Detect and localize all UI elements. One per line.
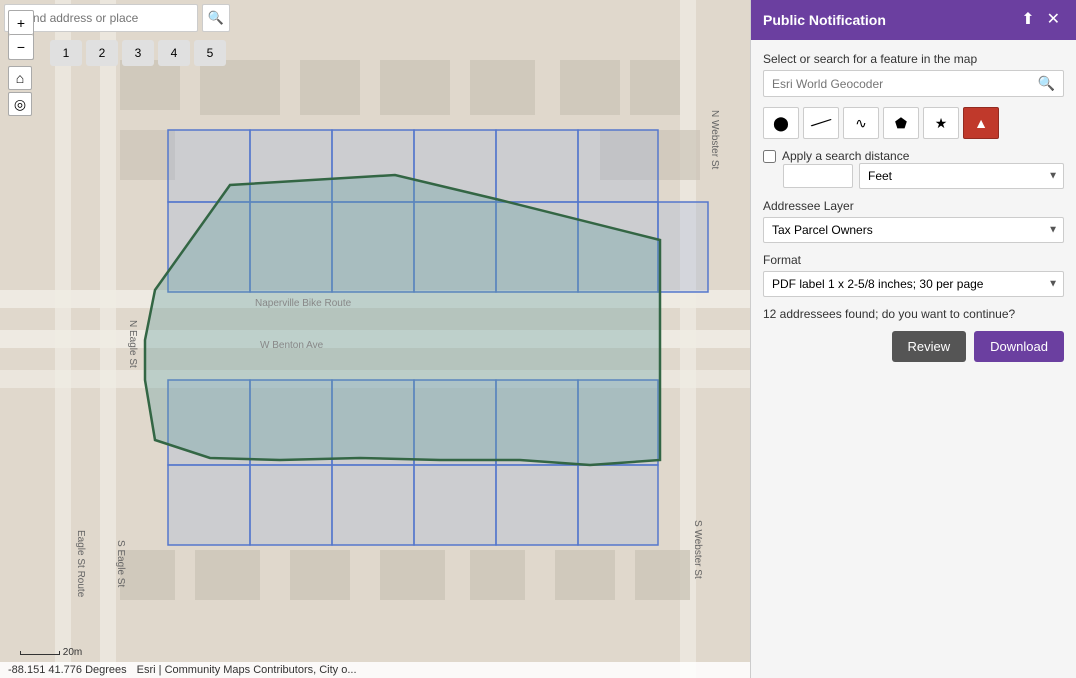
addressee-layer-label: Addressee Layer — [763, 199, 1064, 213]
line-draw-tool[interactable]: ╱ — [803, 107, 839, 139]
map-tabs: 1 2 3 4 5 — [50, 40, 226, 66]
svg-text:W Benton Ave: W Benton Ave — [260, 340, 324, 351]
svg-text:N Eagle St: N Eagle St — [127, 320, 138, 368]
star-draw-tool[interactable]: ★ — [923, 107, 959, 139]
svg-text:N Webster St: N Webster St — [709, 110, 720, 169]
tab-2[interactable]: 2 — [86, 40, 118, 66]
panel-body: Select or search for a feature in the ma… — [751, 40, 1076, 678]
review-button[interactable]: Review — [892, 331, 967, 362]
search-distance-section: Apply a search distance 300 Feet Miles M… — [763, 149, 1064, 189]
addressee-layer-wrapper: Tax Parcel Owners — [763, 217, 1064, 243]
panel-collapse-button[interactable]: ⬆ — [1017, 10, 1038, 30]
search-section-label: Select or search for a feature in the ma… — [763, 52, 1064, 66]
zoom-out-button[interactable]: − — [9, 35, 33, 59]
svg-text:S Webster St: S Webster St — [692, 520, 703, 579]
search-distance-label: Apply a search distance — [782, 149, 909, 163]
geocoder-input[interactable] — [764, 72, 1030, 96]
polyline-icon: ∿ — [855, 115, 867, 132]
search-distance-checkbox-row: Apply a search distance — [763, 149, 1064, 163]
tab-1[interactable]: 1 — [50, 40, 82, 66]
star-icon: ★ — [935, 115, 948, 132]
zoom-in-button[interactable]: + — [9, 11, 33, 35]
location-button[interactable]: ◎ — [8, 92, 32, 116]
svg-text:Naperville Bike Route: Naperville Bike Route — [255, 298, 352, 309]
polyline-draw-tool[interactable]: ∿ — [843, 107, 879, 139]
panel-close-button[interactable]: ✕ — [1043, 10, 1064, 30]
polygon-icon: ⬟ — [895, 115, 907, 132]
polygon-draw-tool[interactable]: ⬟ — [883, 107, 919, 139]
format-label: Format — [763, 253, 1064, 267]
tab-3[interactable]: 3 — [122, 40, 154, 66]
svg-text:Eagle St Route: Eagle St Route — [75, 530, 86, 598]
distance-unit-wrapper: Feet Miles Meters Kilometers — [859, 163, 1064, 189]
line-icon: ╱ — [811, 113, 832, 134]
triangle-icon: ▲ — [974, 115, 988, 131]
search-section: Select or search for a feature in the ma… — [763, 52, 1064, 97]
format-wrapper: PDF label 1 x 2-5/8 inches; 30 per page — [763, 271, 1064, 297]
download-button[interactable]: Download — [974, 331, 1064, 362]
distance-value-input[interactable]: 300 — [783, 164, 853, 188]
svg-text:S Eagle St: S Eagle St — [115, 540, 126, 587]
point-icon: ⬤ — [773, 115, 789, 132]
scale-indicator: 20m — [20, 647, 82, 658]
panel-header: Public Notification ⬆ ✕ — [751, 0, 1076, 40]
search-button[interactable]: 🔍 — [202, 4, 230, 32]
map-container[interactable]: N Webster St S Webster St N Eagle St Eag… — [0, 0, 750, 678]
scale-bar — [20, 651, 60, 655]
search-input[interactable] — [23, 11, 193, 25]
point-draw-tool[interactable]: ⬤ — [763, 107, 799, 139]
public-notification-panel: Public Notification ⬆ ✕ Select or search… — [750, 0, 1076, 678]
addressee-layer-section: Addressee Layer Tax Parcel Owners — [763, 199, 1064, 243]
attribution-text: Esri | Community Maps Contributors, City… — [137, 664, 357, 676]
panel-header-buttons: ⬆ ✕ — [1017, 10, 1064, 30]
format-select[interactable]: PDF label 1 x 2-5/8 inches; 30 per page — [763, 271, 1064, 297]
format-section: Format PDF label 1 x 2-5/8 inches; 30 pe… — [763, 253, 1064, 297]
geocoder-row: 🔍 — [763, 70, 1064, 97]
search-distance-checkbox[interactable] — [763, 150, 776, 163]
distance-unit-select[interactable]: Feet Miles Meters Kilometers — [859, 163, 1064, 189]
tab-5[interactable]: 5 — [194, 40, 226, 66]
draw-tools-row: ⬤ ╱ ∿ ⬟ ★ ▲ — [763, 107, 1064, 139]
tab-4[interactable]: 4 — [158, 40, 190, 66]
triangle-draw-tool[interactable]: ▲ — [963, 107, 999, 139]
notification-message: 12 addressees found; do you want to cont… — [763, 307, 1064, 321]
map-toolbar: ▼ 🔍 — [0, 0, 234, 36]
home-button[interactable]: ⌂ — [8, 66, 32, 90]
addressee-layer-select[interactable]: Tax Parcel Owners — [763, 217, 1064, 243]
geocoder-search-button[interactable]: 🔍 — [1030, 71, 1063, 96]
action-buttons-row: Review Download — [763, 331, 1064, 362]
map-controls: + − ⌂ ◎ — [8, 10, 34, 116]
distance-row: 300 Feet Miles Meters Kilometers — [783, 163, 1064, 189]
status-bar: -88.151 41.776 Degrees Esri | Community … — [0, 662, 750, 678]
panel-title: Public Notification — [763, 12, 886, 28]
search-icon: 🔍 — [208, 10, 224, 26]
geocoder-search-icon: 🔍 — [1038, 75, 1055, 91]
scale-label: 20m — [63, 647, 82, 658]
coordinates-display: -88.151 41.776 Degrees — [8, 664, 127, 676]
